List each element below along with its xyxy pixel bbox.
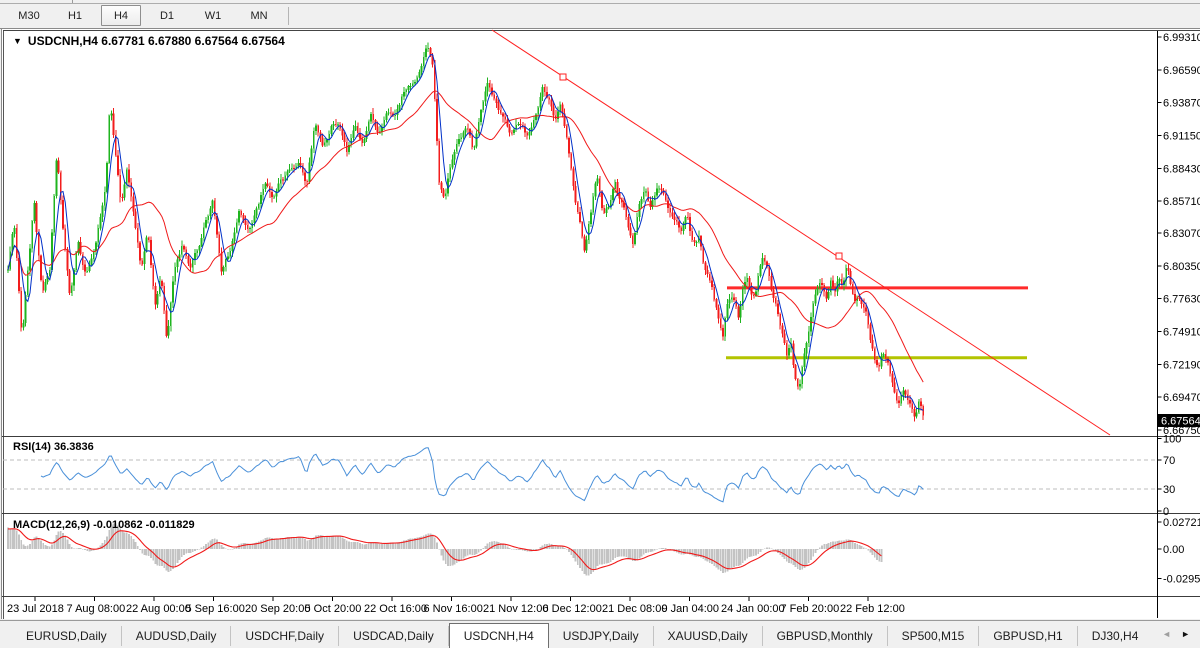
tab-scroll-right-icon[interactable]: ► — [1181, 630, 1190, 639]
date-tick-label: 22 Aug 00:00 — [126, 603, 191, 615]
rsi-tick-label: 30 — [1163, 484, 1175, 496]
chart-tab-bar: EURUSD,DailyAUDUSD,DailyUSDCHF,DailyUSDC… — [0, 620, 1200, 648]
chevron-down-icon: ▼ — [13, 37, 22, 46]
tab-scroll-left-icon[interactable]: ◄ — [1162, 630, 1171, 639]
rsi-tick-label: 100 — [1163, 433, 1181, 445]
date-tick-label: 5 Sep 16:00 — [186, 603, 245, 615]
chart-title-label: USDCNH,H4 6.67781 6.67880 6.67564 6.6756… — [28, 34, 285, 48]
timeframe-button-h4[interactable]: H4 — [101, 5, 141, 26]
date-tick-label: 6 Dec 12:00 — [543, 603, 602, 615]
date-tick-label: 7 Feb 20:00 — [781, 603, 840, 615]
macd-indicator-label: MACD(12,26,9) -0.010862 -0.011829 — [13, 519, 195, 531]
price-tick-label: 6.85710 — [1163, 196, 1200, 208]
price-tick-label: 6.96590 — [1163, 65, 1200, 77]
price-tick-label: 6.80350 — [1163, 261, 1200, 273]
rsi-tick-label: 70 — [1163, 455, 1175, 467]
timeframe-toolbar: M30 H1 H4 D1 W1 MN — [0, 4, 1200, 27]
trendline-handle[interactable] — [836, 253, 842, 259]
date-tick-label: 20 Sep 20:00 — [245, 603, 310, 615]
chart-tab-audusd[interactable]: AUDUSD,Daily — [122, 626, 232, 646]
timeframe-button-d1[interactable]: D1 — [147, 5, 187, 26]
price-tick-label: 6.93870 — [1163, 98, 1200, 110]
price-tick-label: 6.72190 — [1163, 359, 1200, 371]
price-tick-label: 6.69470 — [1163, 392, 1200, 404]
chart-tab-gbpusd[interactable]: GBPUSD,Monthly — [763, 626, 888, 646]
date-tick-label: 21 Dec 08:00 — [602, 603, 667, 615]
price-tick-label: 6.88430 — [1163, 163, 1200, 175]
timeframe-button-w1[interactable]: W1 — [193, 5, 233, 26]
date-tick-label: 6 Nov 16:00 — [424, 603, 483, 615]
svg-text:6.67564: 6.67564 — [1161, 416, 1200, 428]
chart-canvas[interactable]: 6.99310 6.96590 6.93870 6.91150 6.88430 6.857… — [0, 0, 1200, 648]
trendline-handle[interactable] — [560, 74, 566, 80]
price-tick-label: 6.99310 — [1163, 32, 1200, 44]
date-tick-label: 24 Jan 00:00 — [721, 603, 785, 615]
price-tick-label: 6.91150 — [1163, 130, 1200, 142]
chart-tab-usdjpy[interactable]: USDJPY,Daily — [549, 626, 654, 646]
timeframe-button-m30[interactable]: M30 — [9, 5, 49, 26]
date-tick-label: 21 Nov 12:00 — [483, 603, 548, 615]
chart-tab-xauusd[interactable]: XAUUSD,Daily — [654, 626, 763, 646]
current-price-box: 6.67564 — [1158, 414, 1200, 428]
rsi-indicator-label: RSI(14) 36.3836 — [13, 441, 94, 453]
timeframe-button-mn[interactable]: MN — [239, 5, 279, 26]
date-tick-label: 5 Oct 20:00 — [305, 603, 362, 615]
tab-scroll-controls: ◄ ► — [1152, 621, 1200, 648]
macd-tick-label: 0.027219 — [1163, 517, 1200, 529]
price-tick-label: 6.74910 — [1163, 327, 1200, 339]
price-tick-label: 6.83070 — [1163, 228, 1200, 240]
toolbar-separator — [288, 7, 289, 25]
macd-tick-label: 0.00 — [1163, 544, 1184, 556]
chart-tab-usdchf[interactable]: USDCHF,Daily — [231, 626, 339, 646]
date-tick-label: 9 Jan 04:00 — [662, 603, 720, 615]
chart-tab-usdcnh[interactable]: USDCNH,H4 — [449, 623, 549, 648]
chart-tab-gbpusd[interactable]: GBPUSD,H1 — [979, 626, 1077, 646]
date-tick-label: 7 Aug 08:00 — [67, 603, 126, 615]
macd-tick-label: -0.029558 — [1163, 573, 1200, 585]
date-tick-label: 22 Oct 16:00 — [364, 603, 427, 615]
chart-tab-eurusd[interactable]: EURUSD,Daily — [12, 626, 122, 646]
date-tick-label: 22 Feb 12:00 — [840, 603, 905, 615]
price-tick-label: 6.77630 — [1163, 294, 1200, 306]
chart-tab-dj30[interactable]: DJ30,H4 — [1078, 626, 1152, 646]
chart-tab-usdcad[interactable]: USDCAD,Daily — [339, 626, 449, 646]
timeframe-button-h1[interactable]: H1 — [55, 5, 95, 26]
date-tick-label: 23 Jul 2018 — [7, 603, 64, 615]
chart-title: ▼ USDCNH,H4 6.67781 6.67880 6.67564 6.67… — [13, 34, 285, 48]
chart-tab-sp500[interactable]: SP500,M15 — [888, 626, 980, 646]
